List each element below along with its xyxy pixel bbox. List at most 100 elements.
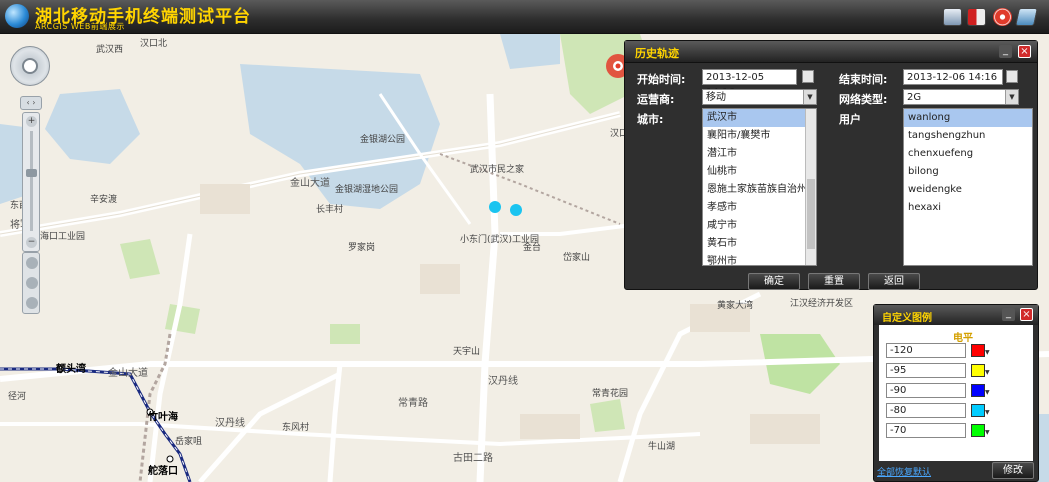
map-road-label: 金山大道 bbox=[108, 368, 148, 379]
city-list-item[interactable]: 咸宁市 bbox=[703, 217, 816, 235]
confirm-button[interactable]: 确定 bbox=[748, 273, 800, 290]
tool-icon[interactable] bbox=[26, 277, 38, 289]
map-view-icon[interactable] bbox=[943, 8, 962, 26]
app-header: 湖北移动手机终端测试平台 ARCGIS WEB前端展示 bbox=[0, 0, 1049, 34]
locate-icon[interactable] bbox=[993, 8, 1012, 26]
map-place-label: 武汉西 bbox=[96, 45, 124, 55]
level-threshold-input[interactable]: -120 bbox=[886, 343, 966, 358]
map-road-label: 古田二路 bbox=[453, 453, 493, 464]
chevron-down-icon[interactable]: ▼ bbox=[985, 384, 990, 397]
chevron-down-icon[interactable]: ▼ bbox=[985, 424, 990, 437]
map-place-label: 罗家岗 bbox=[348, 243, 376, 253]
city-list[interactable]: 武汉市 襄阳市/襄樊市 潜江市 仙桃市 恩施土家族苗族自治州 孝感市 咸宁市 黄石市 鄂州市 bbox=[702, 108, 817, 266]
map-place-label: 天宇山 bbox=[453, 347, 481, 357]
chevron-down-icon: ▼ bbox=[803, 90, 816, 104]
map-place-label: 金台 bbox=[523, 243, 542, 253]
map-road-label: 金山大道 bbox=[290, 178, 330, 189]
map-road-label: 汉丹线 bbox=[215, 418, 245, 429]
map-place-label: 岳家咀 bbox=[175, 437, 203, 447]
start-time-input[interactable]: 2013-12-05 14:16 bbox=[702, 69, 797, 98]
pan-hand-icon[interactable] bbox=[26, 257, 38, 269]
metro-station-label: 额头湾 bbox=[56, 364, 86, 375]
map-place-label: 长丰村 bbox=[316, 205, 344, 215]
map-road-label: 汉丹线 bbox=[488, 376, 518, 387]
legend-content: 电平 -120 ▼ -95 ▼ -90 ▼ -80 ▼ -70 ▼ bbox=[879, 325, 1033, 461]
user-list-item[interactable]: tangshengzhun bbox=[904, 127, 1032, 145]
carrier-select[interactable]: 移动 ▼ bbox=[702, 89, 817, 105]
metro-station-label: 舵落口 bbox=[148, 466, 178, 477]
level-threshold-input[interactable]: -80 bbox=[886, 403, 966, 418]
level-threshold-input[interactable]: -70 bbox=[886, 423, 966, 438]
city-list-item[interactable]: 潜江市 bbox=[703, 145, 816, 163]
map-place-label: 江汉经济开发区 bbox=[790, 299, 854, 309]
color-swatch[interactable] bbox=[971, 364, 985, 377]
city-list-item[interactable]: 仙桃市 bbox=[703, 163, 816, 181]
end-time-input[interactable]: 2013-12-06 14:16 bbox=[903, 69, 1003, 85]
map-place-label: 金银湖湿地公园 bbox=[335, 185, 399, 195]
prev-next-extent-arrows[interactable]: ‹ › bbox=[20, 96, 42, 110]
reset-all-link[interactable]: 全部恢复默认 bbox=[877, 465, 931, 478]
pan-control[interactable] bbox=[10, 46, 50, 86]
level-threshold-input[interactable]: -95 bbox=[886, 363, 966, 378]
panel-title-bar[interactable]: 历史轨迹 _ × bbox=[625, 41, 1037, 63]
app-subtitle: ARCGIS WEB前端展示 bbox=[35, 22, 125, 31]
zoom-out-icon[interactable]: − bbox=[26, 237, 37, 248]
color-swatch[interactable] bbox=[971, 424, 985, 437]
chevron-down-icon[interactable]: ▼ bbox=[985, 404, 990, 417]
user-list-item[interactable]: weidengke bbox=[904, 181, 1032, 199]
panel-title-bar[interactable]: 自定义图例 _ × bbox=[874, 305, 1038, 325]
minimize-icon[interactable]: _ bbox=[999, 45, 1012, 58]
city-list-item[interactable]: 鄂州市 bbox=[703, 253, 816, 265]
signal-point[interactable] bbox=[489, 201, 501, 213]
user-list-item[interactable]: hexaxi bbox=[904, 199, 1032, 217]
map-place-label: 金银湖公园 bbox=[360, 135, 406, 145]
zoom-slider[interactable]: + − bbox=[22, 112, 40, 252]
panel-title: 历史轨迹 bbox=[635, 47, 679, 60]
city-list-item[interactable]: 襄阳市/襄樊市 bbox=[703, 127, 816, 145]
level-threshold-input[interactable]: -90 bbox=[886, 383, 966, 398]
color-swatch[interactable] bbox=[971, 344, 985, 357]
map-road-label: 常青路 bbox=[398, 398, 428, 409]
color-swatch[interactable] bbox=[971, 404, 985, 417]
tool-icon[interactable] bbox=[26, 297, 38, 309]
map-place-label: 黄家大湾 bbox=[717, 301, 754, 311]
signal-point[interactable] bbox=[510, 204, 522, 216]
zoom-in-icon[interactable]: + bbox=[26, 116, 37, 127]
color-swatch[interactable] bbox=[971, 384, 985, 397]
calendar-icon[interactable] bbox=[1006, 70, 1018, 83]
user-list-item[interactable]: wanlong bbox=[904, 109, 1032, 127]
scrollbar[interactable] bbox=[805, 109, 816, 265]
city-list-item[interactable]: 恩施土家族苗族自治州 bbox=[703, 181, 816, 199]
network-type-label: 网络类型: bbox=[839, 93, 888, 106]
map-place-label: 常青花园 bbox=[592, 389, 629, 399]
chevron-down-icon[interactable]: ▼ bbox=[985, 364, 990, 377]
city-list-item[interactable]: 武汉市 bbox=[703, 109, 816, 127]
back-button[interactable]: 返回 bbox=[868, 273, 920, 290]
close-icon[interactable]: × bbox=[1018, 45, 1031, 58]
user-list-item[interactable]: bilong bbox=[904, 163, 1032, 181]
3d-view-icon[interactable] bbox=[1015, 8, 1038, 26]
user-list[interactable]: wanlong tangshengzhun chenxuefeng bilong wei… bbox=[903, 108, 1033, 266]
city-list-item[interactable]: 黄石市 bbox=[703, 235, 816, 253]
close-icon[interactable]: × bbox=[1020, 308, 1033, 321]
city-list-item[interactable]: 孝感市 bbox=[703, 199, 816, 217]
start-time-label: 开始时间: bbox=[637, 73, 686, 86]
zoom-slider-handle[interactable] bbox=[26, 169, 37, 177]
map-place-label: 岱家山 bbox=[563, 253, 591, 263]
minimize-icon[interactable]: _ bbox=[1002, 308, 1015, 321]
map-place-label: 径河 bbox=[8, 392, 27, 402]
reset-button[interactable]: 重置 bbox=[808, 273, 860, 290]
map-place-label: 东风村 bbox=[282, 423, 310, 433]
modify-button[interactable]: 修改 bbox=[992, 462, 1034, 479]
user-list-item[interactable]: chenxuefeng bbox=[904, 145, 1032, 163]
network-type-select[interactable]: 2G ▼ bbox=[903, 89, 1019, 105]
custom-legend-panel: 自定义图例 _ × 电平 -120 ▼ -95 ▼ -90 ▼ -80 ▼ -70 ▼ 全部恢复默… bbox=[873, 304, 1039, 482]
calendar-icon[interactable] bbox=[802, 70, 814, 83]
city-label: 城市: bbox=[637, 113, 664, 126]
layers-icon[interactable] bbox=[967, 8, 986, 26]
carrier-value: 移动 bbox=[706, 92, 726, 103]
network-type-value: 2G bbox=[907, 92, 922, 103]
carrier-label: 运营商: bbox=[637, 93, 675, 106]
map-place-label: 汉口北 bbox=[140, 39, 168, 49]
chevron-down-icon[interactable]: ▼ bbox=[985, 344, 990, 357]
